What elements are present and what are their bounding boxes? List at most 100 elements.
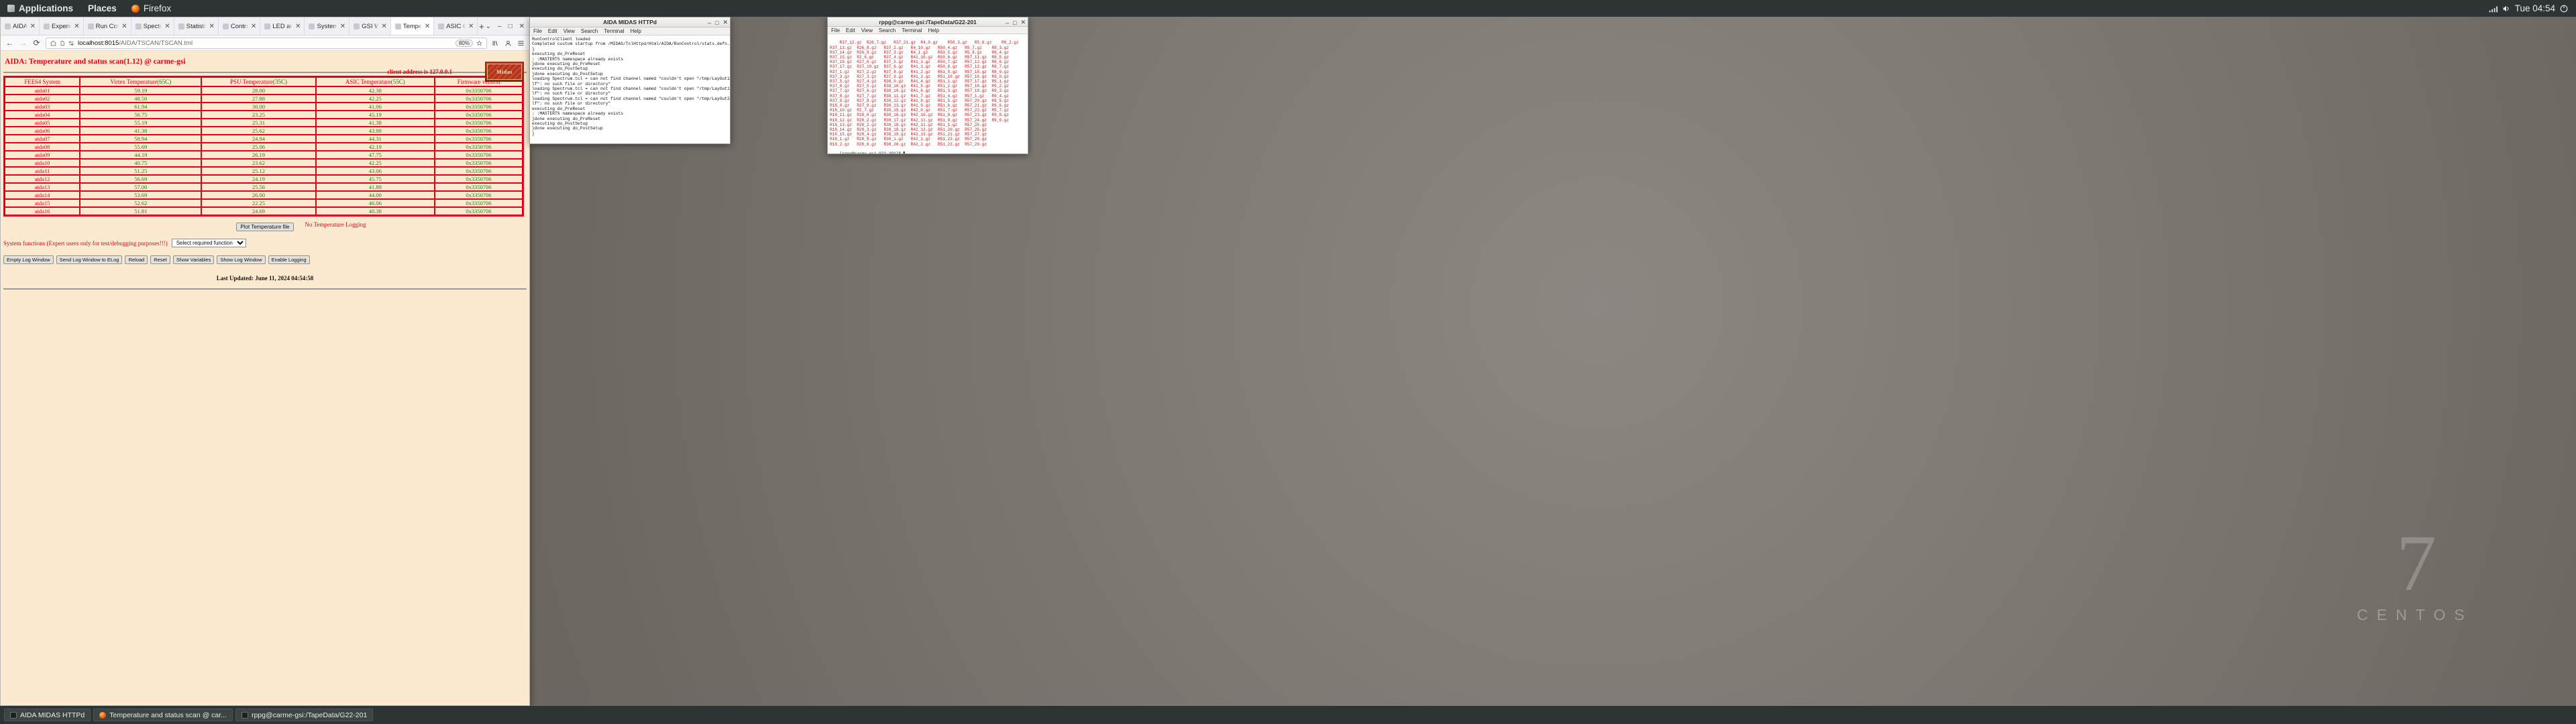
close-icon[interactable]: ✕ xyxy=(722,19,728,26)
midas-menu-terminal[interactable]: Terminal xyxy=(604,28,624,34)
library-icon[interactable] xyxy=(492,40,499,47)
system-functions-select[interactable]: Select required function xyxy=(171,239,246,247)
window-minimize-icon[interactable]: ‒ xyxy=(498,23,502,30)
log-button-1[interactable]: Send Log Window to ELog xyxy=(56,255,123,264)
terminal-menu-file[interactable]: File xyxy=(831,27,840,34)
midas-httpd-window[interactable]: AIDA MIDAS HTTPd ‒ □ ✕ File Edit View Searc… xyxy=(529,17,731,144)
browser-tab-5[interactable]: Control @ carme-✕ xyxy=(218,17,261,35)
browser-tab-7[interactable]: System wide Check✕ xyxy=(305,17,350,35)
midas-window-controls[interactable]: ‒ □ ✕ xyxy=(708,17,728,27)
minimize-icon[interactable]: ‒ xyxy=(708,19,711,26)
log-button-3[interactable]: Reset xyxy=(150,255,170,264)
browser-tab-1[interactable]: Experiment Control✕ xyxy=(40,17,84,35)
volume-icon[interactable] xyxy=(2502,4,2511,13)
midas-menu-help[interactable]: Help xyxy=(630,28,641,34)
tab-close-icon[interactable]: ✕ xyxy=(250,23,257,30)
home-icon[interactable] xyxy=(50,40,56,46)
terminal-menubar[interactable]: File Edit View Search Terminal Help xyxy=(828,27,1028,35)
hamburger-menu-icon[interactable] xyxy=(517,40,525,47)
tab-close-icon[interactable]: ✕ xyxy=(468,23,474,30)
firefox-window[interactable]: AIDA✕Experiment Control✕Run Control @ ca… xyxy=(0,17,530,706)
tab-favicon xyxy=(44,23,50,29)
bookmark-star-icon[interactable] xyxy=(476,40,482,46)
toolbar-right-buttons[interactable] xyxy=(492,40,525,47)
cell-virtex-temp: 52.62 xyxy=(79,198,203,208)
system-tray[interactable]: Tue 04:54 xyxy=(2481,0,2576,17)
forward-button[interactable]: → xyxy=(19,38,28,48)
places-menu[interactable]: Places xyxy=(80,0,124,17)
account-icon[interactable] xyxy=(504,40,512,47)
terminal-menu-help[interactable]: Help xyxy=(928,27,938,34)
terminal-output[interactable]: R37_12.gz R26_7.gz R37_21.gz R4_0.gz R50… xyxy=(828,34,1028,154)
power-icon[interactable] xyxy=(2559,4,2569,13)
midas-menu-edit[interactable]: Edit xyxy=(548,28,557,34)
url-bar[interactable]: localhost:8015/AIDA/TSCAN/TSCAN.tml 80% xyxy=(46,37,487,49)
taskbar[interactable]: AIDA MIDAS HTTPd Temperature and status s… xyxy=(0,706,2576,724)
tab-close-icon[interactable]: ✕ xyxy=(339,23,346,30)
tab-close-icon[interactable]: ✕ xyxy=(294,23,301,30)
midas-log-output[interactable]: RunControlClient loaded Completed custom… xyxy=(530,36,730,143)
network-icon[interactable] xyxy=(2488,4,2498,13)
window-maximize-icon[interactable]: □ xyxy=(508,23,513,30)
back-button[interactable]: ← xyxy=(5,38,14,48)
browser-tab-3[interactable]: Spectrum Browser✕ xyxy=(131,17,174,35)
browser-tab-4[interactable]: Statistics @ carme-✕ xyxy=(174,17,219,35)
log-button-4[interactable]: Show Variables xyxy=(172,255,215,264)
minimize-icon[interactable]: ‒ xyxy=(1006,19,1009,26)
midas-menu-view[interactable]: View xyxy=(564,28,575,34)
terminal-menu-search[interactable]: Search xyxy=(879,27,896,34)
list-all-tabs-icon[interactable]: ⌄ xyxy=(486,23,491,30)
log-button-2[interactable]: Reload xyxy=(125,255,148,264)
header-limit: (55C) xyxy=(390,78,405,85)
clock-label[interactable]: Tue 04:54 xyxy=(2515,3,2555,13)
window-close-icon[interactable]: ✕ xyxy=(519,23,525,30)
browser-tab-8[interactable]: GSI White Rabbit✕ xyxy=(350,17,391,35)
browser-tab-2[interactable]: Run Control @ carme✕ xyxy=(83,17,131,35)
applications-menu[interactable]: Applications xyxy=(0,0,80,17)
tab-close-icon[interactable]: ✕ xyxy=(73,23,80,30)
gnome-top-panel[interactable]: Applications Places Firefox Tue 04:54 xyxy=(0,0,2576,17)
terminal-window[interactable]: rppg@carme-gsi:/TapeData/G22-201 ‒ □ ✕ F… xyxy=(827,17,1028,154)
reload-button[interactable]: ⟳ xyxy=(32,38,41,48)
cell-psu-temp: 28.00 xyxy=(201,86,317,95)
browser-tab-10[interactable]: ASIC Control @ ca✕ xyxy=(434,17,478,35)
midas-menubar[interactable]: File Edit View Search Terminal Help xyxy=(530,27,730,36)
tab-close-icon[interactable]: ✕ xyxy=(424,23,431,30)
reader-view-icon[interactable] xyxy=(60,40,65,46)
terminal-titlebar[interactable]: rppg@carme-gsi:/TapeData/G22-201 ‒ □ ✕ xyxy=(828,17,1028,27)
log-button-5[interactable]: Show Log Window xyxy=(217,255,266,264)
taskbar-item-0[interactable]: AIDA MIDAS HTTPd xyxy=(4,709,91,721)
tab-close-icon[interactable]: ✕ xyxy=(208,23,215,30)
tabbar-right-controls[interactable]: ⌄ ‒ □ ✕ xyxy=(486,17,529,35)
zoom-level-indicator[interactable]: 80% xyxy=(455,39,473,47)
tab-close-icon[interactable]: ✕ xyxy=(30,23,36,30)
taskbar-item-1[interactable]: Temperature and status scan @ car... xyxy=(93,709,233,721)
midas-menu-file[interactable]: File xyxy=(533,28,542,34)
terminal-menu-terminal[interactable]: Terminal xyxy=(902,27,922,34)
midas-logo[interactable]: Midas xyxy=(485,62,524,82)
browser-tab-0[interactable]: AIDA ✕ xyxy=(1,17,40,35)
browser-tab-9[interactable]: Temperature and s✕ xyxy=(390,17,435,35)
log-button-0[interactable]: Empty Log Window xyxy=(3,255,54,264)
maximize-icon[interactable]: □ xyxy=(715,19,718,26)
firefox-window-button[interactable]: Firefox xyxy=(124,0,178,17)
url-text[interactable]: localhost:8015/AIDA/TSCAN/TSCAN.tml xyxy=(78,40,452,47)
terminal-menu-view[interactable]: View xyxy=(861,27,873,34)
browser-tab-6[interactable]: LED and Waveform✕ xyxy=(260,17,305,35)
midas-menu-search[interactable]: Search xyxy=(581,28,598,34)
close-icon[interactable]: ✕ xyxy=(1020,19,1026,26)
tab-close-icon[interactable]: ✕ xyxy=(380,23,387,30)
midas-titlebar[interactable]: AIDA MIDAS HTTPd ‒ □ ✕ xyxy=(530,17,730,27)
maximize-icon[interactable]: □ xyxy=(1013,19,1016,26)
new-tab-button[interactable]: + xyxy=(478,17,485,35)
log-button-6[interactable]: Enable Logging xyxy=(268,255,310,264)
permissions-icon[interactable] xyxy=(68,40,74,46)
firefox-tab-bar[interactable]: AIDA✕Experiment Control✕Run Control @ ca… xyxy=(1,17,529,36)
tab-close-icon[interactable]: ✕ xyxy=(164,23,170,30)
firefox-navigation-toolbar[interactable]: ← → ⟳ localhost:8015/AIDA/TSCAN/TSCAN.tm… xyxy=(1,36,529,51)
terminal-menu-edit[interactable]: Edit xyxy=(846,27,855,34)
terminal-window-controls[interactable]: ‒ □ ✕ xyxy=(1006,17,1026,27)
tab-close-icon[interactable]: ✕ xyxy=(121,23,127,30)
taskbar-item-2[interactable]: rppg@carme-gsi:/TapeData/G22-201 xyxy=(235,709,374,721)
cell-system: aida04 xyxy=(3,110,81,119)
